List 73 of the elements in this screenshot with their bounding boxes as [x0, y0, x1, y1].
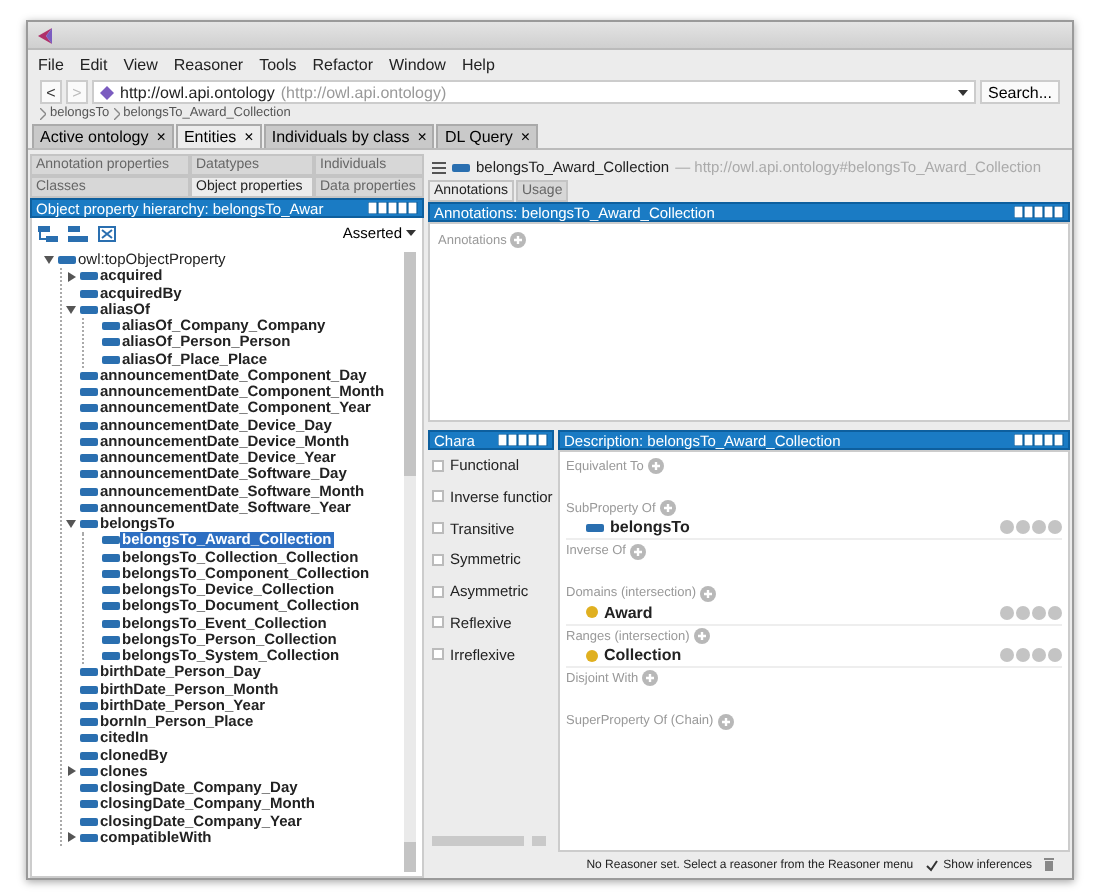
search-button[interactable]: Search...	[979, 80, 1060, 104]
scrollbar[interactable]	[404, 252, 416, 872]
checkbox[interactable]	[432, 553, 444, 566]
expanded-arrow-icon[interactable]	[44, 256, 54, 265]
view-controls-icon[interactable]	[368, 202, 418, 214]
workspace-tab[interactable]: Active ontology ×	[32, 124, 174, 148]
collapsed-arrow-icon[interactable]	[67, 766, 75, 777]
view-controls-icon[interactable]	[1014, 206, 1064, 218]
ontology-url-hint: (http://owl.api.ontology)	[280, 83, 449, 101]
workspace-tab[interactable]: Individuals by class ×	[263, 124, 435, 148]
menu-item[interactable]: Refactor	[312, 56, 373, 74]
entity-link: Award	[604, 603, 655, 622]
menu-item[interactable]: File	[38, 56, 64, 74]
axiom-row[interactable]: Collection	[566, 644, 1062, 669]
app-logo-icon	[36, 27, 54, 43]
add-sibling-property-icon[interactable]	[68, 225, 88, 241]
close-icon[interactable]: ×	[417, 128, 427, 146]
checkbox[interactable]	[432, 490, 444, 503]
close-icon[interactable]: ×	[244, 128, 254, 146]
close-icon[interactable]: ×	[156, 128, 166, 146]
expanded-arrow-icon[interactable]	[66, 305, 76, 314]
class-icon	[586, 649, 598, 662]
add-icon[interactable]	[647, 458, 664, 474]
checkbox[interactable]	[432, 585, 444, 598]
checkbox[interactable]	[432, 648, 444, 661]
add-sub-property-icon[interactable]	[38, 225, 58, 241]
menu-icon[interactable]	[432, 161, 446, 173]
add-icon[interactable]	[700, 585, 717, 602]
caret-icon	[957, 89, 968, 95]
menu-item[interactable]: View	[123, 56, 158, 74]
add-icon[interactable]	[642, 670, 659, 687]
axiom-row[interactable]: belongsTo	[566, 516, 1062, 541]
trash-icon[interactable]	[1044, 858, 1054, 872]
entity-link: belongsTo	[610, 518, 692, 537]
add-icon[interactable]	[717, 713, 734, 730]
menu-item[interactable]: Edit	[79, 56, 108, 74]
row-actions-icon[interactable]	[1000, 605, 1062, 620]
checkbox[interactable]	[432, 616, 444, 629]
checkbox[interactable]	[432, 522, 444, 535]
property-icon	[452, 163, 470, 171]
delete-property-icon[interactable]	[98, 225, 116, 241]
caret-icon	[406, 230, 416, 236]
ontology-icon	[100, 85, 114, 99]
row-actions-icon[interactable]	[1000, 520, 1062, 535]
class-icon	[586, 606, 598, 619]
menu-item[interactable]: Tools	[259, 56, 297, 74]
close-icon[interactable]: ×	[520, 128, 531, 146]
scrollbar[interactable]	[432, 836, 550, 846]
workspace-tab[interactable]: DL Query ×	[436, 124, 539, 148]
property-icon	[586, 523, 604, 532]
menu-item[interactable]: Window	[389, 56, 446, 74]
add-icon[interactable]	[693, 628, 710, 645]
view-controls-icon[interactable]	[1014, 434, 1064, 446]
expanded-arrow-icon[interactable]	[66, 520, 76, 529]
view-controls-icon[interactable]	[498, 434, 548, 446]
collapsed-arrow-icon[interactable]	[67, 832, 75, 843]
entity-link: Collection	[604, 646, 684, 665]
checkmark[interactable]	[925, 859, 938, 871]
chevron-icon	[113, 107, 120, 119]
back-button[interactable]: <	[40, 80, 62, 104]
ontology-url: http://owl.api.ontology	[120, 83, 275, 101]
add-icon[interactable]	[510, 232, 527, 248]
address-field[interactable]: http://owl.api.ontology (http://owl.api.ontology)	[92, 80, 976, 104]
row-actions-icon[interactable]	[1000, 648, 1062, 663]
collapsed-arrow-icon[interactable]	[67, 271, 75, 282]
menu-item[interactable]: Help	[461, 56, 495, 74]
checkbox[interactable]	[432, 459, 444, 471]
add-icon[interactable]	[659, 500, 676, 517]
menu-item[interactable]: Reasoner	[173, 56, 244, 74]
workspace-tab[interactable]: Entities ×	[175, 124, 262, 148]
axiom-row[interactable]: Award	[566, 601, 1062, 626]
add-icon[interactable]	[629, 543, 646, 560]
chevron-icon	[40, 107, 46, 119]
